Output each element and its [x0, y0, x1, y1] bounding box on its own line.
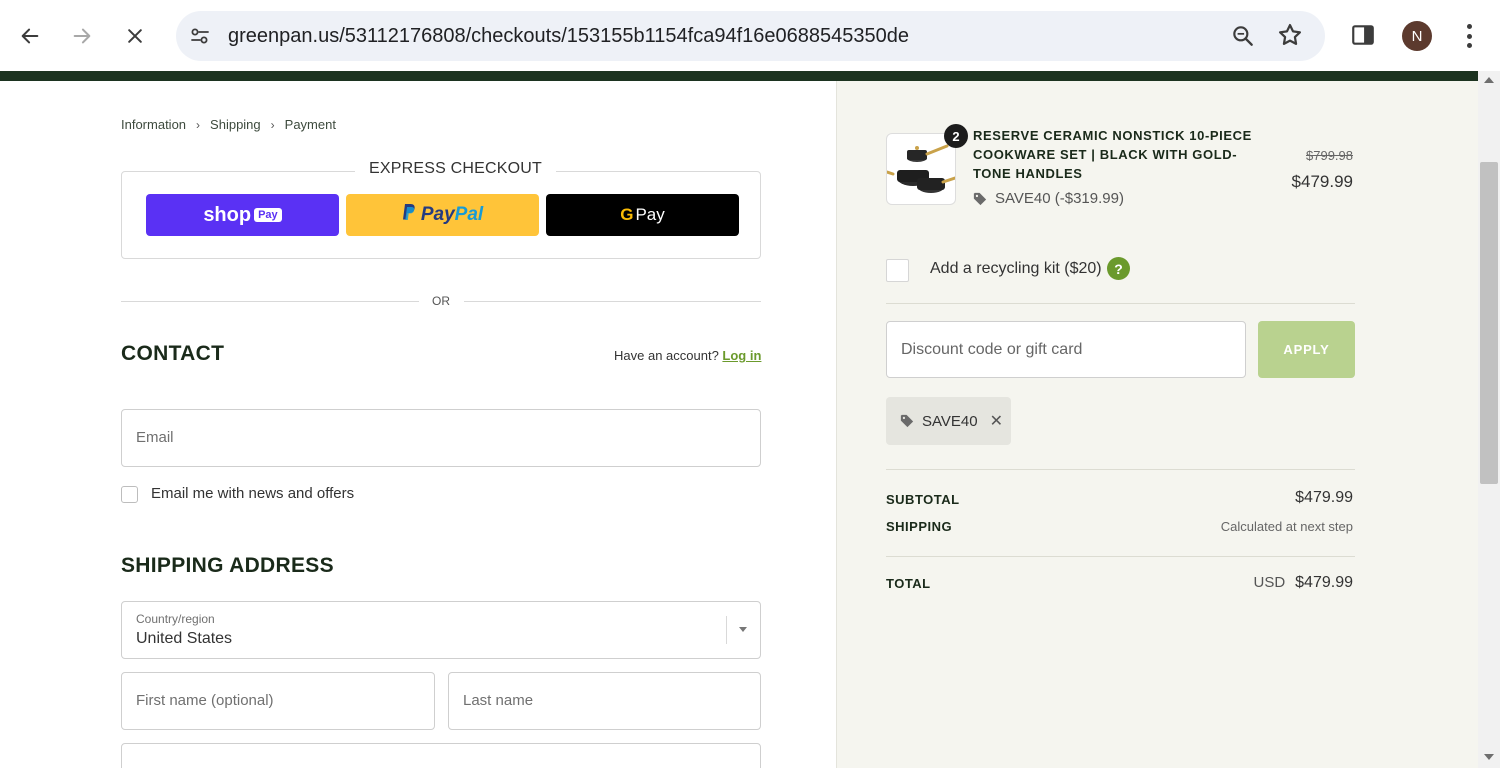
paypal-button[interactable]: Pay Pal [346, 194, 539, 236]
divider-left [121, 301, 419, 302]
product-thumbnail [886, 133, 956, 205]
stop-loading-button[interactable] [117, 18, 153, 54]
arrow-right-icon [73, 28, 91, 44]
chevron-right-icon: › [196, 117, 201, 132]
product-title: RESERVE CERAMIC NONSTICK 10-PIECE COOKWA… [973, 128, 1252, 181]
cookware-image [887, 144, 955, 193]
express-checkout-box: EXPRESS CHECKOUT shop Pay Pay Pal G Pay [121, 160, 761, 259]
chevron-down-icon [739, 627, 747, 632]
summary-divider [886, 556, 1355, 557]
product-discount: SAVE40 (-$319.99) [973, 190, 1124, 207]
paypal-icon [402, 203, 416, 227]
first-name-field[interactable]: First name (optional) [121, 672, 435, 730]
contact-heading: CONTACT [121, 342, 225, 365]
scroll-down-arrow-icon[interactable] [1484, 754, 1494, 760]
email-placeholder: Email [136, 429, 174, 446]
help-icon[interactable]: ? [1107, 257, 1130, 280]
news-offers-checkbox[interactable] [121, 486, 138, 503]
product-discount-text: SAVE40 (-$319.99) [995, 190, 1124, 207]
checkout-form-column: Information › Shipping › Payment EXPRESS… [0, 81, 836, 768]
summary-divider [886, 469, 1355, 470]
applied-discount-chip: SAVE40 ✕ [886, 397, 1011, 445]
profile-avatar[interactable]: N [1402, 21, 1432, 51]
scroll-up-arrow-icon[interactable] [1484, 77, 1494, 83]
last-name-placeholder: Last name [463, 692, 534, 709]
shop-pay-badge: Pay [254, 208, 282, 222]
discount-code-input[interactable]: Discount code or gift card [886, 321, 1246, 378]
back-button[interactable] [12, 18, 48, 54]
arrow-left-icon [21, 28, 39, 44]
breadcrumb-shipping[interactable]: Shipping [210, 117, 261, 132]
have-account-label: Have an account? [614, 348, 719, 363]
divider-right [464, 301, 761, 302]
shipping-address-heading: SHIPPING ADDRESS [121, 554, 334, 577]
tag-icon [973, 192, 987, 205]
menu-dot [1466, 24, 1472, 29]
shipping-label: SHIPPING [886, 519, 953, 534]
shipping-value: Calculated at next step [1220, 519, 1353, 534]
shop-pay-logo-text: shop [203, 203, 252, 226]
breadcrumb-payment: Payment [284, 117, 336, 132]
menu-dot [1466, 33, 1472, 39]
total-currency: USD [1253, 574, 1286, 591]
paypal-logo-pay: Pay [420, 204, 455, 225]
apply-discount-button[interactable]: APPLY [1258, 321, 1355, 378]
email-field[interactable]: Email [121, 409, 761, 467]
applied-code-text: SAVE40 [922, 412, 978, 430]
zoom-icon[interactable] [1230, 23, 1256, 49]
or-divider-text: OR [432, 294, 450, 308]
side-panel-icon[interactable] [1350, 22, 1376, 48]
page-scrollbar[interactable] [1478, 71, 1500, 768]
google-g-icon: G [620, 205, 634, 224]
price-original: $799.98 [1306, 148, 1353, 163]
recycling-kit-label: Add a recycling kit ($20) [930, 260, 1102, 277]
price-final: $479.99 [1291, 172, 1353, 191]
breadcrumb: Information › Shipping › Payment [121, 117, 336, 132]
login-link[interactable]: Log in [722, 348, 761, 363]
scrollbar-thumb[interactable] [1480, 162, 1498, 484]
summary-divider [886, 303, 1355, 304]
subtotal-label: SUBTOTAL [886, 492, 960, 507]
paypal-logo-pal: Pal [454, 204, 484, 225]
gpay-logo-text: Pay [635, 205, 665, 224]
address-field[interactable] [121, 743, 761, 768]
total-value-group: USD $479.99 [1253, 574, 1353, 592]
last-name-field[interactable]: Last name [448, 672, 761, 730]
shop-pay-button[interactable]: shop Pay [146, 194, 339, 236]
discount-placeholder: Discount code or gift card [901, 341, 1083, 358]
order-summary-column: 2 RESERVE CERAMIC NONSTICK 10-PIECE COOK… [836, 81, 1478, 768]
select-divider [726, 616, 727, 644]
site-settings-icon[interactable] [188, 24, 212, 48]
have-account-text: Have an account? Log in [614, 348, 761, 363]
country-label: Country/region [136, 612, 215, 626]
checkout-page: Information › Shipping › Payment EXPRESS… [0, 81, 1478, 768]
browser-toolbar: greenpan.us/53112176808/checkouts/153155… [0, 0, 1500, 72]
total-label: TOTAL [886, 576, 931, 591]
express-checkout-title: EXPRESS CHECKOUT [355, 160, 557, 178]
address-bar[interactable]: greenpan.us/53112176808/checkouts/153155… [176, 11, 1325, 61]
browser-menu-button[interactable] [1456, 20, 1482, 52]
country-select[interactable]: Country/region United States [121, 601, 761, 659]
total-value: $479.99 [1295, 574, 1353, 591]
quantity-badge: 2 [944, 124, 968, 148]
site-header-bar [0, 71, 1478, 81]
first-name-placeholder: First name (optional) [136, 692, 274, 709]
menu-dot [1466, 43, 1472, 48]
url-text[interactable]: greenpan.us/53112176808/checkouts/153155… [228, 25, 909, 48]
bookmark-star-icon[interactable] [1276, 21, 1304, 49]
chevron-right-icon: › [270, 117, 275, 132]
forward-button[interactable] [64, 18, 100, 54]
country-value: United States [136, 630, 233, 647]
breadcrumb-information[interactable]: Information [121, 117, 186, 132]
remove-discount-icon[interactable]: ✕ [990, 411, 1003, 431]
close-icon [128, 29, 142, 43]
news-offers-label: Email me with news and offers [151, 485, 355, 502]
subtotal-value: $479.99 [1295, 489, 1353, 506]
recycling-kit-checkbox[interactable] [886, 259, 909, 282]
google-pay-button[interactable]: G Pay [546, 194, 739, 236]
tag-icon [900, 414, 914, 428]
